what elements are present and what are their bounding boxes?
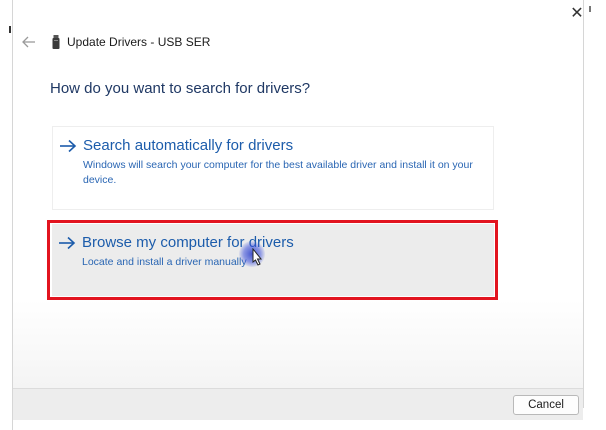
content-fade <box>13 300 583 388</box>
close-icon: ✕ <box>570 5 584 22</box>
page-heading: How do you want to search for drivers? <box>50 80 311 97</box>
right-arrow-icon <box>59 236 76 250</box>
window-title: Update Drivers - USB SER <box>67 35 211 49</box>
right-arrow-icon <box>60 139 77 153</box>
option-description: Locate and install a driver manually <box>82 256 247 268</box>
window-right-edge <box>583 0 584 408</box>
edge-mark <box>9 26 11 33</box>
dialog-footer <box>13 388 583 420</box>
titlebar-edge <box>589 6 591 12</box>
usb-device-icon <box>52 35 60 49</box>
cancel-button[interactable]: Cancel <box>513 395 579 415</box>
browse-my-computer-option[interactable]: Browse my computer for drivers Locate an… <box>52 224 494 296</box>
option-title: Browse my computer for drivers <box>82 234 294 251</box>
back-arrow-icon <box>22 36 35 48</box>
close-button[interactable]: ✕ <box>566 4 588 24</box>
option-description: Windows will search your computer for th… <box>83 159 473 186</box>
update-drivers-window: ✕ Update Drivers - USB SER How do you wa… <box>0 0 606 430</box>
search-automatically-option[interactable]: Search automatically for drivers Windows… <box>52 126 494 210</box>
back-button[interactable] <box>20 33 38 51</box>
option-title: Search automatically for drivers <box>83 137 294 154</box>
